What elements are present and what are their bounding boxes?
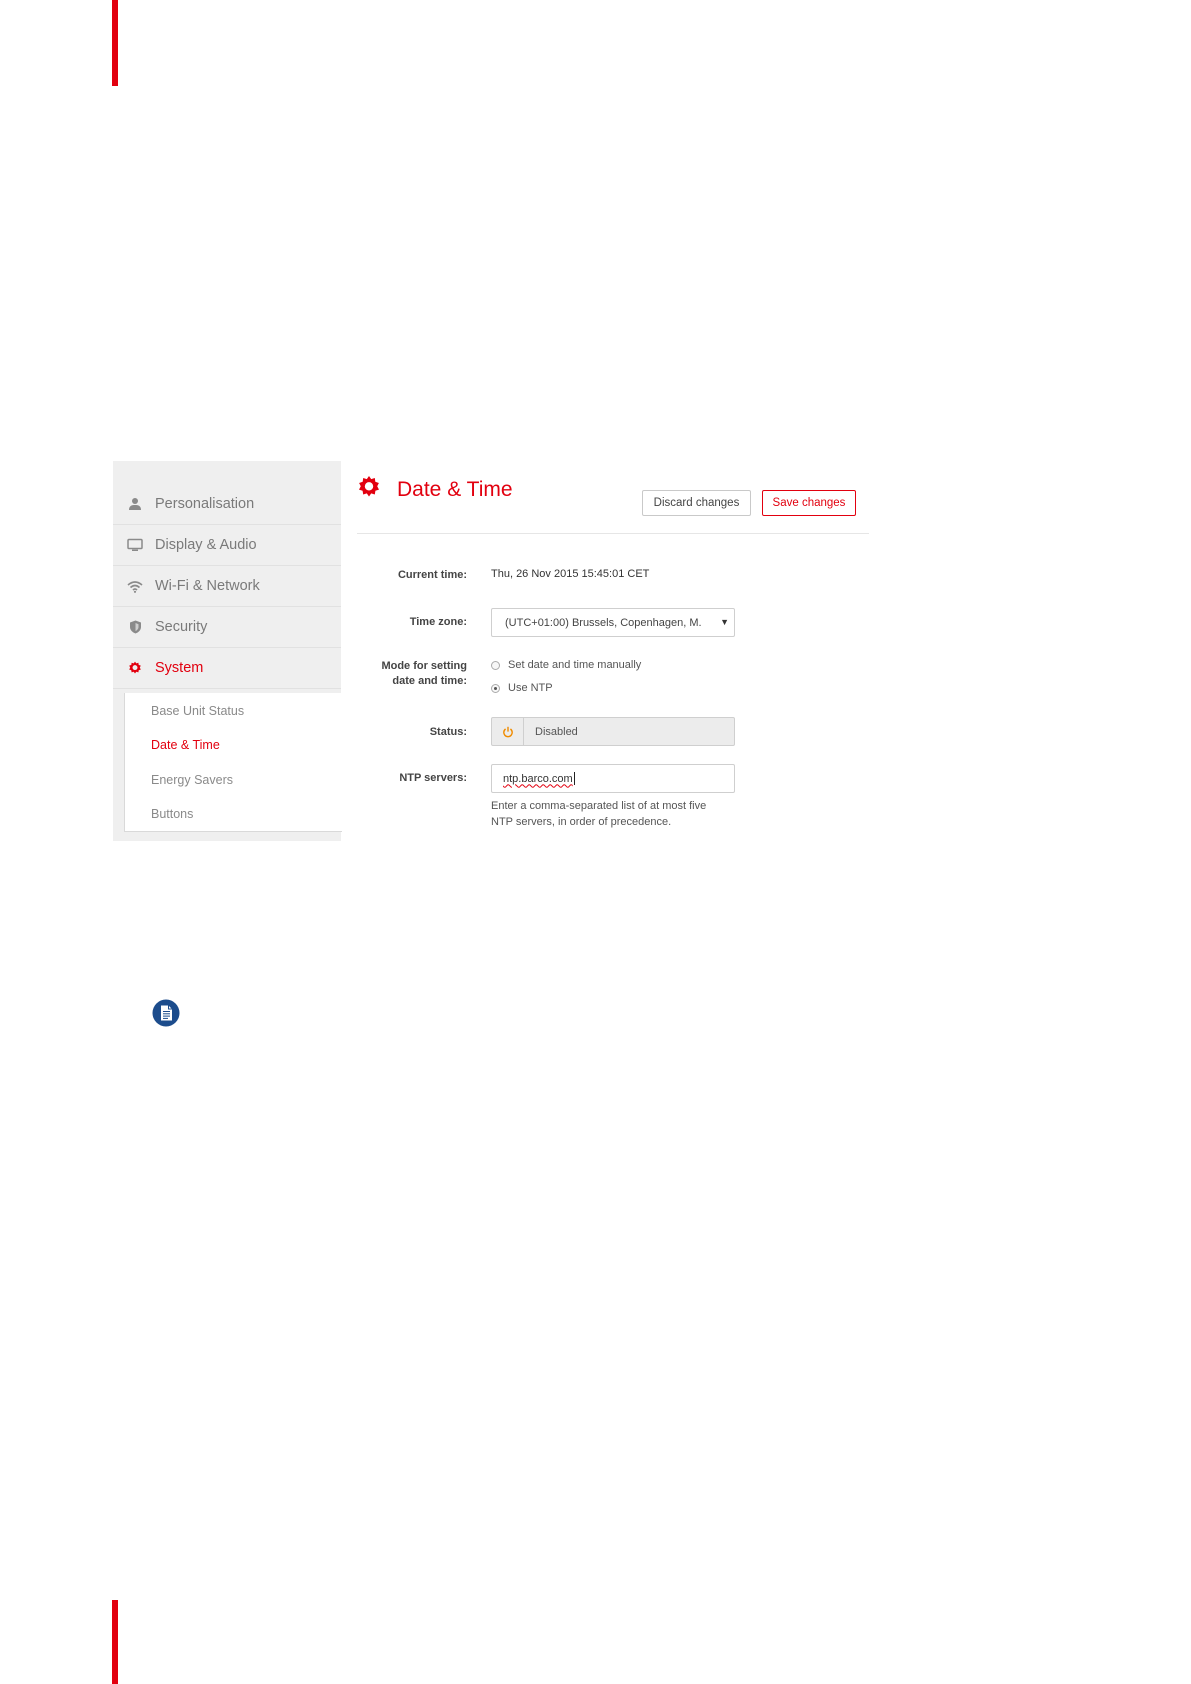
timezone-select[interactable]: (UTC+01:00) Brussels, Copenhagen, M. ▼ xyxy=(491,608,735,637)
shield-icon xyxy=(125,620,145,634)
sidebar-item-label: Display & Audio xyxy=(155,537,257,553)
discard-changes-button[interactable]: Discard changes xyxy=(642,490,751,516)
ntp-servers-label: NTP servers: xyxy=(399,772,467,784)
subnav-item-energy-savers[interactable]: Energy Savers xyxy=(151,773,233,787)
system-subnav: Base Unit Status Date & Time Energy Save… xyxy=(124,693,342,832)
mode-label-line-1: Mode for setting xyxy=(381,660,467,672)
current-time-value: Thu, 26 Nov 2015 15:45:01 CET xyxy=(491,568,650,580)
gear-icon xyxy=(357,475,381,504)
page-title: Date & Time xyxy=(397,477,513,501)
help-line-2: NTP servers, in order of precedence. xyxy=(491,816,672,828)
sidebar-item-label: Personalisation xyxy=(155,496,255,512)
sidebar-item-display-audio[interactable]: Display & Audio xyxy=(113,525,341,566)
radio-set-manually[interactable]: Set date and time manually xyxy=(491,659,641,671)
radio-use-ntp[interactable]: Use NTP xyxy=(491,682,553,694)
gear-icon xyxy=(125,661,145,675)
radio-button[interactable] xyxy=(491,660,500,670)
sidebar-item-label: Security xyxy=(155,619,208,635)
monitor-icon xyxy=(125,538,145,552)
status-value: Disabled xyxy=(535,725,578,738)
timezone-label: Time zone: xyxy=(409,616,467,628)
ntp-help-text: Enter a comma-separated list of at most … xyxy=(491,798,751,830)
sidebar-item-personalisation[interactable]: Personalisation xyxy=(113,484,341,525)
subnav-item-buttons[interactable]: Buttons xyxy=(151,807,193,821)
help-line-1: Enter a comma-separated list of at most … xyxy=(491,800,707,812)
radio-button[interactable] xyxy=(491,683,500,693)
sidebar-item-security[interactable]: Security xyxy=(113,607,341,648)
page-header: Date & Time xyxy=(357,475,513,504)
header-divider xyxy=(357,533,869,534)
radio-label: Use NTP xyxy=(508,682,553,694)
sidebar-item-label: Wi-Fi & Network xyxy=(155,578,260,594)
subnav-item-date-time[interactable]: Date & Time xyxy=(151,738,220,752)
current-time-label: Current time: xyxy=(397,569,467,581)
ntp-servers-value: ntp.barco.com xyxy=(503,772,573,785)
text-caret xyxy=(573,772,575,785)
wifi-icon xyxy=(125,580,145,593)
main-content: Date & Time Discard changes Save changes… xyxy=(357,461,903,841)
user-icon xyxy=(125,497,145,511)
save-changes-button[interactable]: Save changes xyxy=(762,490,856,516)
page-accent-bar-bottom xyxy=(112,1600,118,1684)
status-label: Status: xyxy=(429,726,467,738)
ntp-status-field: Disabled xyxy=(491,717,735,746)
mode-label: Mode for setting date and time: xyxy=(317,659,467,689)
chevron-down-icon: ▼ xyxy=(720,617,729,627)
sidebar-item-wifi-network[interactable]: Wi-Fi & Network xyxy=(113,566,341,607)
power-icon xyxy=(492,718,524,745)
subnav-item-base-unit-status[interactable]: Base Unit Status xyxy=(151,704,244,718)
note-icon xyxy=(152,999,180,1032)
sidebar-item-system[interactable]: System xyxy=(113,648,341,689)
page-accent-bar-top xyxy=(112,0,118,86)
radio-label: Set date and time manually xyxy=(508,659,642,671)
timezone-value: (UTC+01:00) Brussels, Copenhagen, M. xyxy=(505,616,702,629)
sidebar-item-label: System xyxy=(155,660,204,676)
ntp-servers-input[interactable]: ntp.barco.com xyxy=(491,764,735,793)
settings-screenshot: Personalisation Display & Audio Wi-Fi & … xyxy=(113,461,903,841)
mode-label-line-2: date and time: xyxy=(392,675,467,687)
sidebar: Personalisation Display & Audio Wi-Fi & … xyxy=(113,461,342,841)
